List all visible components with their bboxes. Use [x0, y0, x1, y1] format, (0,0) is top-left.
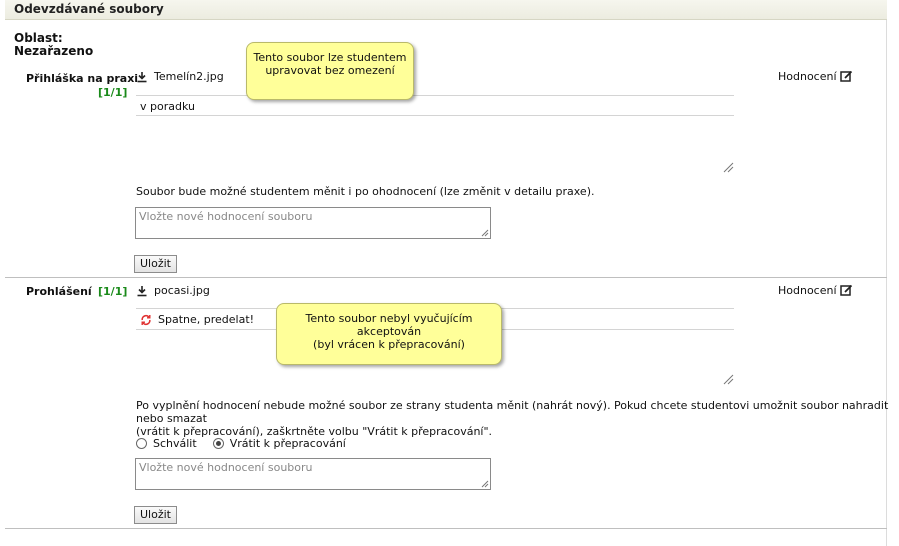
section-1-comment: v poradku	[140, 100, 195, 113]
section-1-file-name[interactable]: Temelín2.jpg	[154, 70, 224, 83]
section-2-tooltip-line2: (byl vrácen k přepracování)	[313, 338, 465, 351]
section-2-comment-row: Spatne, predelat!	[140, 313, 254, 326]
approve-label[interactable]: Schválit	[153, 437, 197, 450]
section-1-divider-bottom	[136, 115, 734, 116]
section-2-count: [1/1]	[98, 285, 128, 298]
panel-border	[886, 20, 887, 546]
area-block: Oblast: Nezařazeno	[14, 32, 93, 58]
section-2-rating-link[interactable]: Hodnocení	[778, 284, 853, 297]
section-1-count: [1/1]	[98, 86, 128, 99]
section-2-tooltip: Tento soubor nebyl vyučujícím akceptován…	[276, 303, 502, 365]
section-1-tooltip: Tento soubor lze studentem upravovat bez…	[246, 42, 414, 100]
section-1-note: Soubor bude možné studentem měnit i po o…	[136, 185, 595, 198]
section-2-file[interactable]: pocasi.jpg	[136, 284, 210, 297]
section-2-tooltip-line1: Tento soubor nebyl vyučujícím akceptován	[305, 312, 473, 338]
section-2-comment: Spatne, predelat!	[158, 313, 255, 326]
refresh-icon	[141, 314, 151, 325]
section-1-textarea-placeholder: Vložte nové hodnocení souboru	[139, 210, 313, 223]
panel-title: Odevzdávané soubory	[14, 2, 164, 16]
section-1-file[interactable]: Temelín2.jpg	[136, 70, 224, 83]
section-1-rating-label[interactable]: Hodnocení	[778, 70, 837, 83]
section-2-save-button[interactable]: Uložit	[134, 506, 177, 524]
section-2-textarea-placeholder: Vložte nové hodnocení souboru	[139, 461, 313, 474]
area-value: Nezařazeno	[14, 44, 94, 58]
section-2-name: Prohlášení	[26, 285, 92, 298]
resize-grip-icon[interactable]	[481, 480, 489, 488]
section-1-save-button[interactable]: Uložit	[134, 255, 177, 273]
section-1-rating-link[interactable]: Hodnocení	[778, 70, 853, 83]
section-2-rating-label[interactable]: Hodnocení	[778, 284, 837, 297]
section-1-tooltip-line1: Tento soubor lze studentem	[253, 51, 407, 64]
return-label[interactable]: Vrátit k přepracování	[230, 437, 346, 450]
approve-radio[interactable]	[136, 438, 147, 449]
section-2-file-name[interactable]: pocasi.jpg	[154, 284, 210, 297]
return-radio[interactable]	[212, 438, 224, 449]
section-2-options: Schválit Vrátit k přepracování	[136, 437, 346, 450]
section-1-tooltip-line2: upravovat bez omezení	[265, 64, 395, 77]
resize-grip-icon[interactable]	[481, 229, 489, 237]
resize-grip-icon[interactable]	[722, 161, 734, 173]
edit-icon[interactable]	[839, 70, 853, 83]
section-2-note-line1: Po vyplnění hodnocení nebude možné soubo…	[136, 399, 889, 425]
section-1-rating-textarea[interactable]: Vložte nové hodnocení souboru	[135, 207, 491, 239]
section-separator	[5, 277, 887, 278]
section-1-name: Přihláška na praxi	[26, 72, 139, 85]
download-icon[interactable]	[136, 71, 148, 83]
section-1-divider-top	[136, 95, 734, 96]
section-2-rating-textarea[interactable]: Vložte nové hodnocení souboru	[135, 458, 491, 490]
edit-icon[interactable]	[839, 284, 853, 297]
panel-header: Odevzdávané soubory	[5, 0, 887, 20]
resize-grip-icon[interactable]	[722, 373, 734, 385]
download-icon[interactable]	[136, 285, 148, 297]
section-separator	[5, 528, 887, 529]
section-2-note: Po vyplnění hodnocení nebude možné soubo…	[136, 399, 899, 438]
